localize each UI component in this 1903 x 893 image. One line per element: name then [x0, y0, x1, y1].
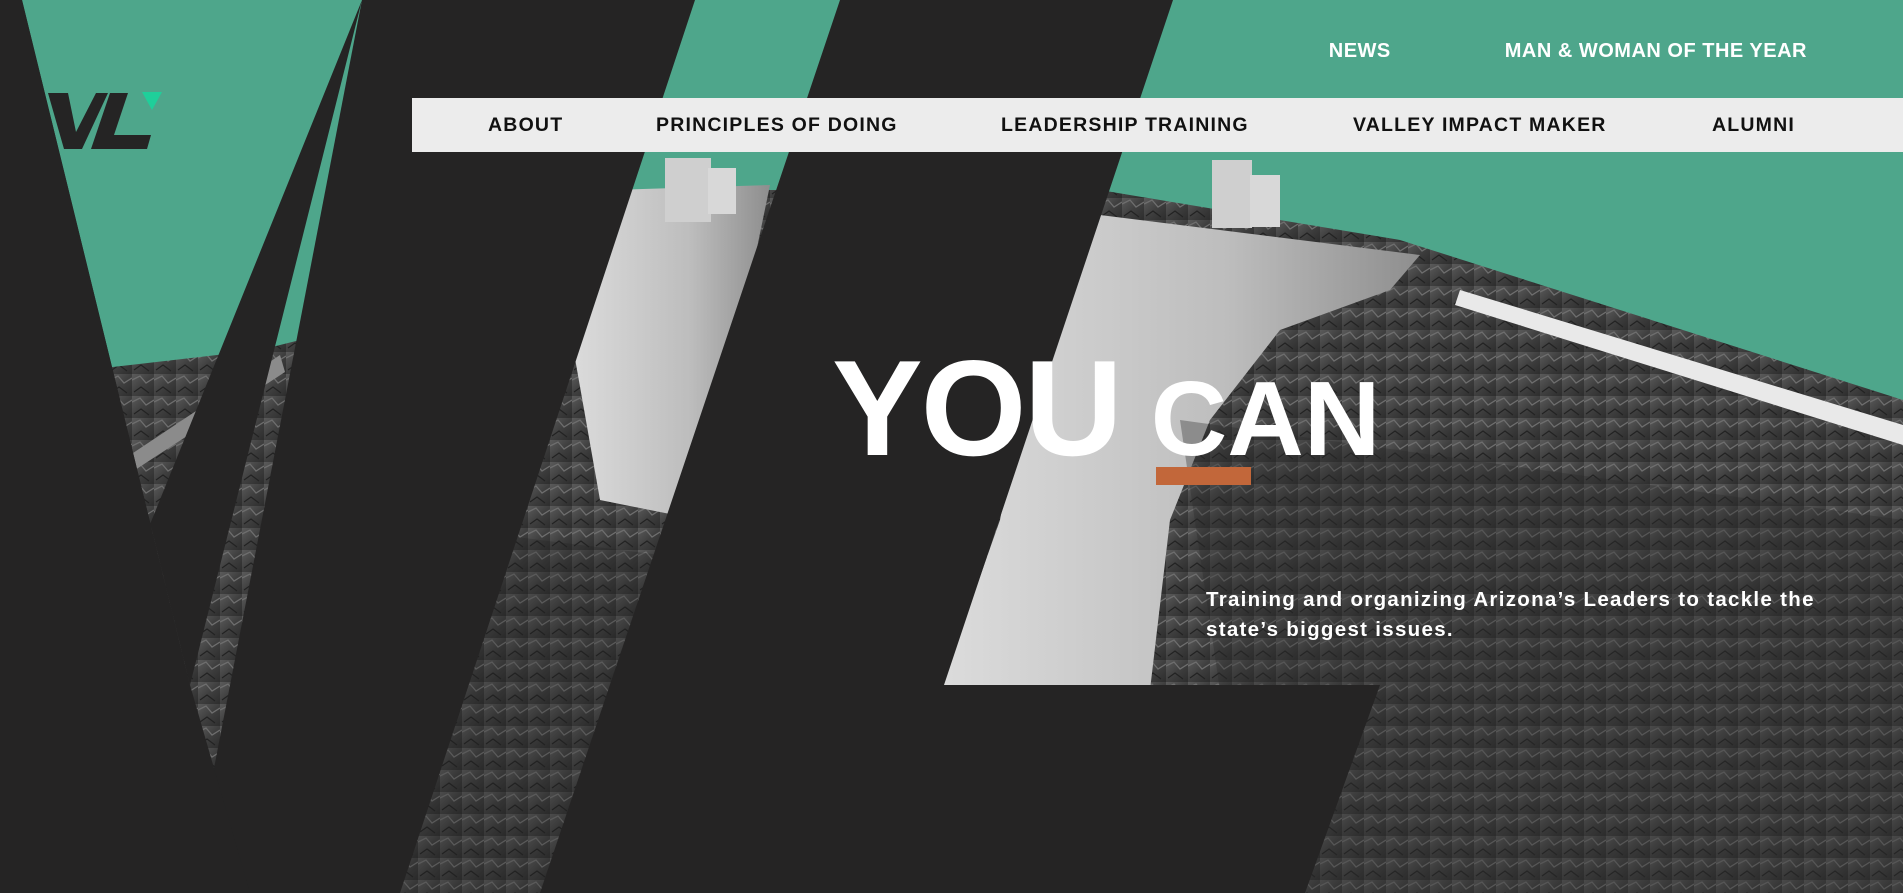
nav-link-alumni[interactable]: ALUMNI	[1712, 114, 1795, 137]
vl-logo-icon	[48, 92, 162, 149]
hero-section: NEWS MAN & WOMAN OF THE YEAR ABOUT PRINC…	[0, 0, 1903, 893]
hero-tagline: Training and organizing Arizona’s Leader…	[1206, 587, 1815, 641]
utility-nav: NEWS MAN & WOMAN OF THE YEAR	[1329, 40, 1807, 63]
nav-link-about[interactable]: ABOUT	[488, 114, 563, 137]
nav-link-man-woman-of-the-year[interactable]: MAN & WOMAN OF THE YEAR	[1505, 40, 1807, 63]
nav-link-principles-of-doing[interactable]: PRINCIPLES OF DOING	[656, 114, 898, 137]
headline-underline	[1156, 467, 1251, 485]
headline-you: YOU	[832, 332, 1123, 484]
nav-link-news[interactable]: NEWS	[1329, 40, 1391, 63]
hero-headline: YOU CAN	[832, 330, 1380, 486]
headline-can: CAN	[1150, 360, 1381, 478]
main-nav: ABOUT PRINCIPLES OF DOING LEADERSHIP TRA…	[412, 98, 1903, 152]
site-logo[interactable]	[48, 90, 166, 152]
nav-link-leadership-training[interactable]: LEADERSHIP TRAINING	[1001, 114, 1249, 137]
nav-link-valley-impact-maker[interactable]: VALLEY IMPACT MAKER	[1353, 114, 1607, 137]
